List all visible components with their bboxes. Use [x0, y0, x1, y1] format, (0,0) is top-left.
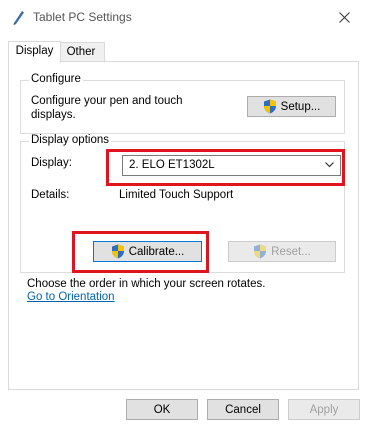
configure-description-2: displays. — [31, 109, 76, 121]
close-button[interactable] — [321, 0, 367, 34]
configure-description: Configure your pen and touch — [31, 95, 183, 107]
cancel-button[interactable]: Cancel — [207, 399, 279, 420]
tablet-pen-icon — [13, 11, 24, 25]
display-select-highlight — [106, 149, 345, 186]
reset-button[interactable]: Reset... — [228, 241, 336, 262]
details-label: Details: — [31, 189, 70, 201]
apply-button-label: Apply — [309, 403, 339, 416]
go-to-orientation-link[interactable]: Go to Orientation — [27, 291, 115, 303]
details-value: Limited Touch Support — [119, 189, 234, 201]
ok-button-label: OK — [153, 403, 171, 416]
uac-shield-icon — [263, 99, 276, 114]
uac-shield-icon — [254, 244, 267, 259]
window-title: Tablet PC Settings — [33, 10, 132, 24]
ok-button[interactable]: OK — [126, 399, 198, 420]
apply-button[interactable]: Apply — [288, 399, 360, 420]
configure-group: Configure Configure your pen and touch d… — [20, 73, 345, 134]
orientation-text: Choose the order in which your screen ro… — [27, 278, 266, 290]
close-icon — [338, 11, 350, 23]
calibrate-button-highlight — [72, 231, 209, 273]
configure-group-title: Configure — [29, 73, 83, 85]
reset-button-label: Reset... — [271, 245, 311, 258]
cancel-button-label: Cancel — [225, 403, 261, 416]
title-bar: Tablet PC Settings — [0, 0, 367, 34]
dialog-footer: OK Cancel Apply — [0, 390, 367, 429]
setup-button[interactable]: Setup... — [247, 96, 336, 117]
tab-other[interactable]: Other — [57, 42, 105, 62]
tab-display[interactable]: Display — [8, 41, 61, 63]
display-options-title: Display options — [29, 134, 111, 146]
tab-panel: Configure Configure your pen and touch d… — [8, 61, 359, 390]
setup-button-label: Setup... — [280, 100, 321, 113]
display-label: Display: — [31, 157, 72, 169]
